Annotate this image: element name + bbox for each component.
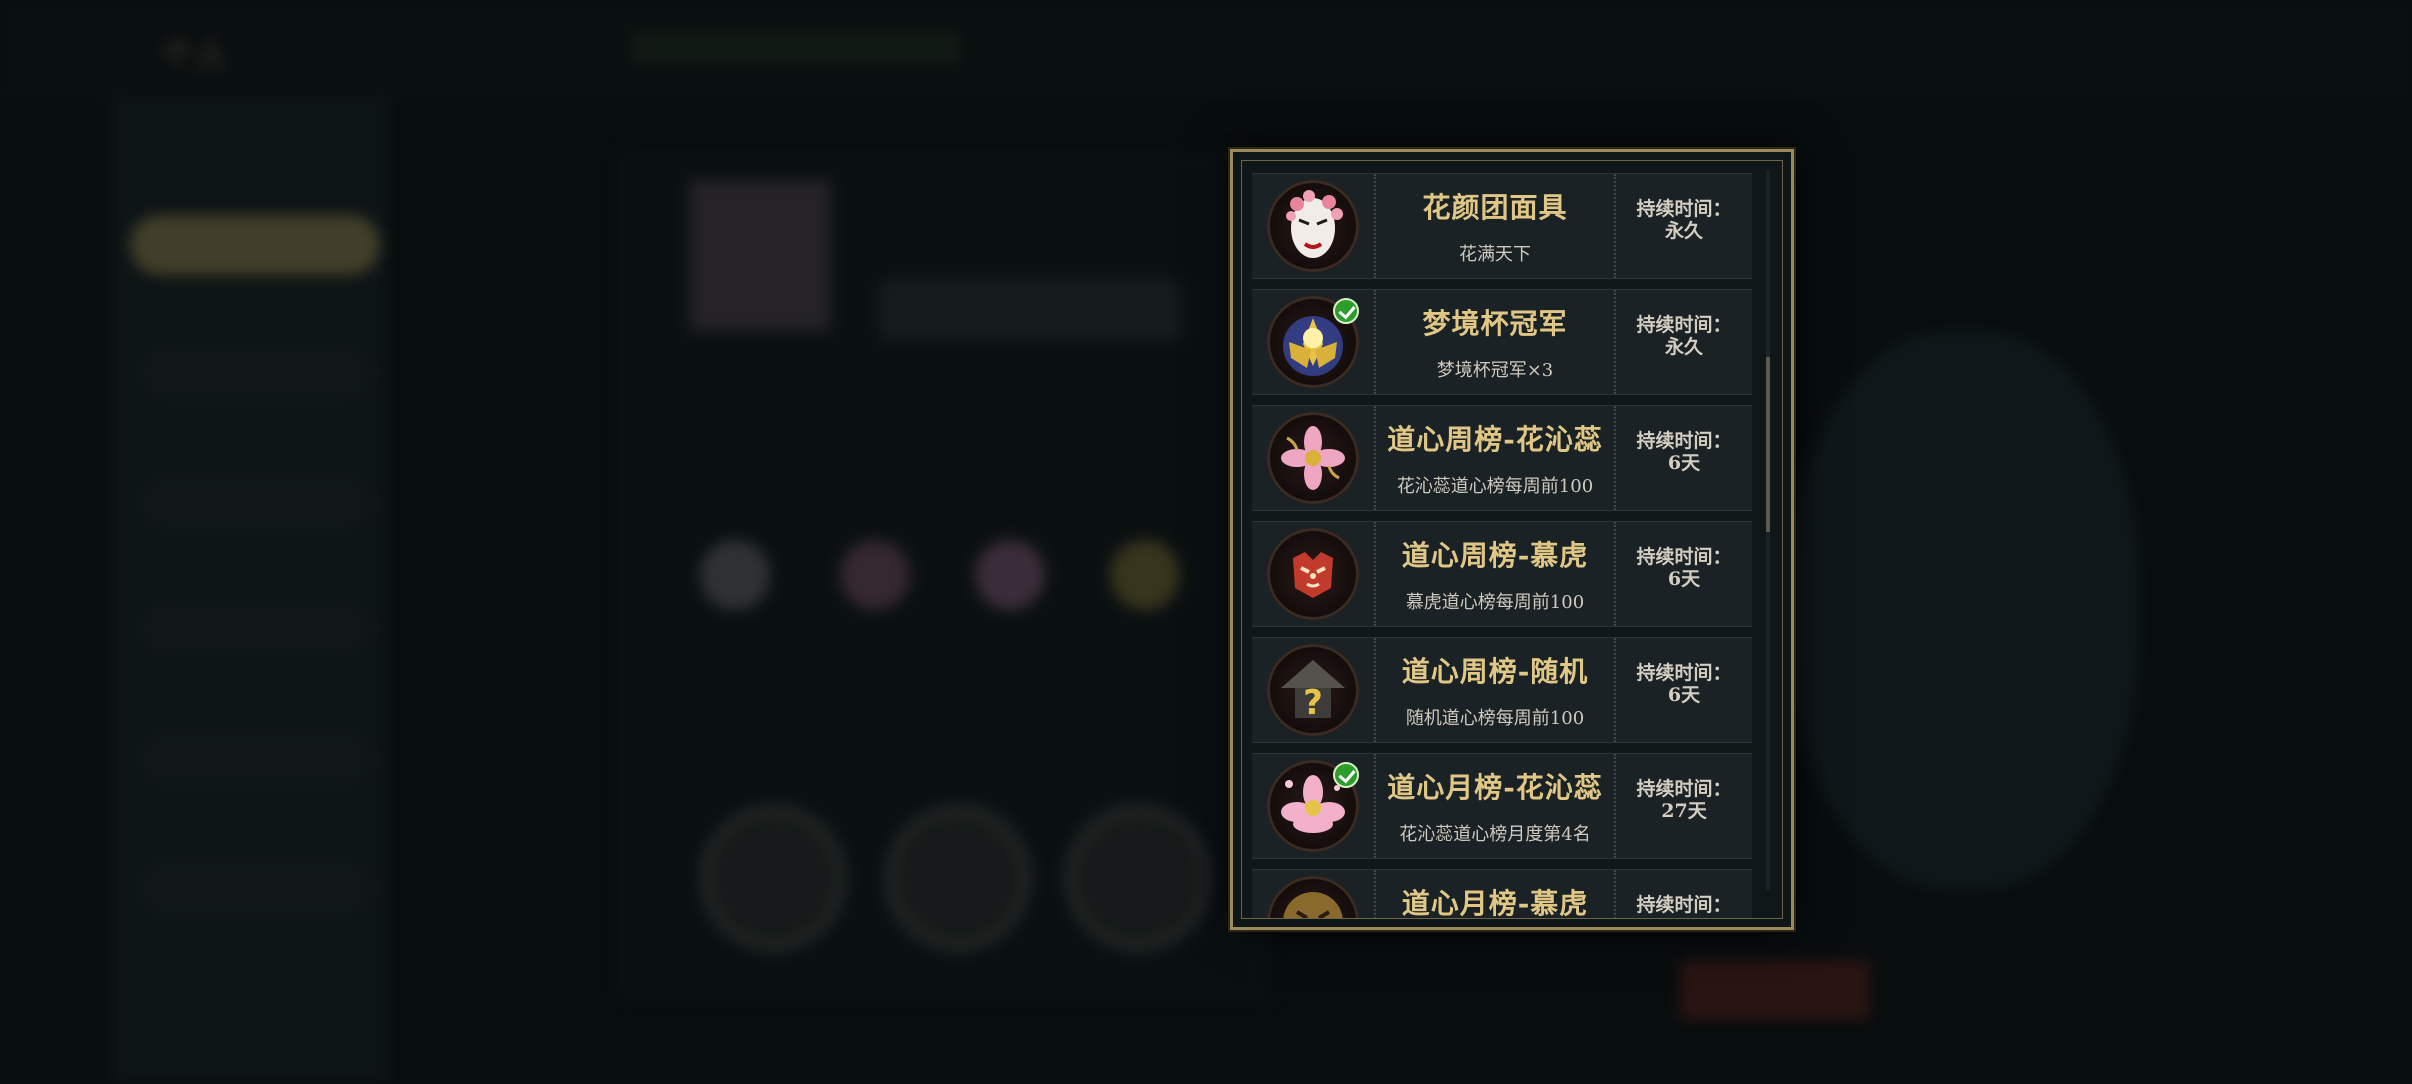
duration-value: 永久 bbox=[1664, 336, 1703, 358]
badge-name: 道心月榜-慕虎 bbox=[1401, 887, 1589, 919]
tiger-gold-icon bbox=[1267, 876, 1359, 918]
badge-desc: 花满天下 bbox=[1459, 244, 1531, 265]
duration-value: 27天 bbox=[1661, 800, 1707, 822]
list-item[interactable]: 道心月榜-慕虎 持续时间： bbox=[1252, 869, 1752, 919]
modal-overlay[interactable] bbox=[0, 0, 2412, 1084]
golden-lotus-icon bbox=[1267, 296, 1359, 388]
duration-value: 6天 bbox=[1667, 684, 1701, 706]
scrollbar-thumb[interactable] bbox=[1766, 357, 1770, 532]
list-item[interactable]: 道心周榜-慕虎 慕虎道心榜每周前100 持续时间： 6天 bbox=[1252, 521, 1752, 627]
duration-value: 6天 bbox=[1667, 452, 1701, 474]
list-item[interactable]: 花颜团面具 花满天下 持续时间： 永久 bbox=[1252, 173, 1752, 279]
svg-text:?: ? bbox=[1303, 683, 1323, 723]
duration-value: 6天 bbox=[1667, 568, 1701, 590]
badge-desc: 慕虎道心榜每周前100 bbox=[1405, 592, 1585, 613]
badge-name: 道心月榜-花沁蕊 bbox=[1387, 771, 1603, 804]
list-item[interactable]: ? 道心周榜-随机 随机道心榜每周前100 持续时间： 6天 bbox=[1252, 637, 1752, 743]
duration-label: 持续时间： bbox=[1636, 894, 1732, 916]
badge-list-popup[interactable]: 花颜团面具 花满天下 持续时间： 永久 梦境杯冠军 梦境杯冠军×3 持续时间： … bbox=[1230, 149, 1794, 930]
badge-desc: 随机道心榜每周前100 bbox=[1405, 708, 1585, 729]
pink-flower-icon bbox=[1267, 412, 1359, 504]
flower-mask-icon bbox=[1267, 180, 1359, 272]
badge-desc: 花沁蕊道心榜每周前100 bbox=[1396, 476, 1594, 497]
mystery-hat-icon: ? bbox=[1267, 644, 1359, 736]
tiger-emblem-icon bbox=[1267, 528, 1359, 620]
badge-name: 花颜团面具 bbox=[1422, 191, 1568, 224]
popup-frame: 花颜团面具 花满天下 持续时间： 永久 梦境杯冠军 梦境杯冠军×3 持续时间： … bbox=[1241, 160, 1783, 919]
list-item[interactable]: 道心周榜-花沁蕊 花沁蕊道心榜每周前100 持续时间： 6天 bbox=[1252, 405, 1752, 511]
badge-list[interactable]: 花颜团面具 花满天下 持续时间： 永久 梦境杯冠军 梦境杯冠军×3 持续时间： … bbox=[1252, 173, 1752, 919]
owned-check-icon bbox=[1333, 298, 1359, 324]
badge-name: 梦境杯冠军 bbox=[1422, 307, 1568, 340]
duration-value: 永久 bbox=[1664, 220, 1703, 242]
badge-desc: 梦境杯冠军×3 bbox=[1436, 360, 1554, 381]
pink-lotus-icon bbox=[1267, 760, 1359, 852]
badge-desc: 花沁蕊道心榜月度第4名 bbox=[1399, 824, 1591, 845]
badge-name: 道心周榜-慕虎 bbox=[1401, 539, 1589, 572]
badge-name: 道心周榜-随机 bbox=[1401, 655, 1589, 688]
badge-name: 道心周榜-花沁蕊 bbox=[1387, 423, 1603, 456]
owned-check-icon bbox=[1333, 762, 1359, 788]
list-item[interactable]: 梦境杯冠军 梦境杯冠军×3 持续时间： 永久 bbox=[1252, 289, 1752, 395]
list-item[interactable]: 道心月榜-花沁蕊 花沁蕊道心榜月度第4名 持续时间： 27天 bbox=[1252, 753, 1752, 859]
